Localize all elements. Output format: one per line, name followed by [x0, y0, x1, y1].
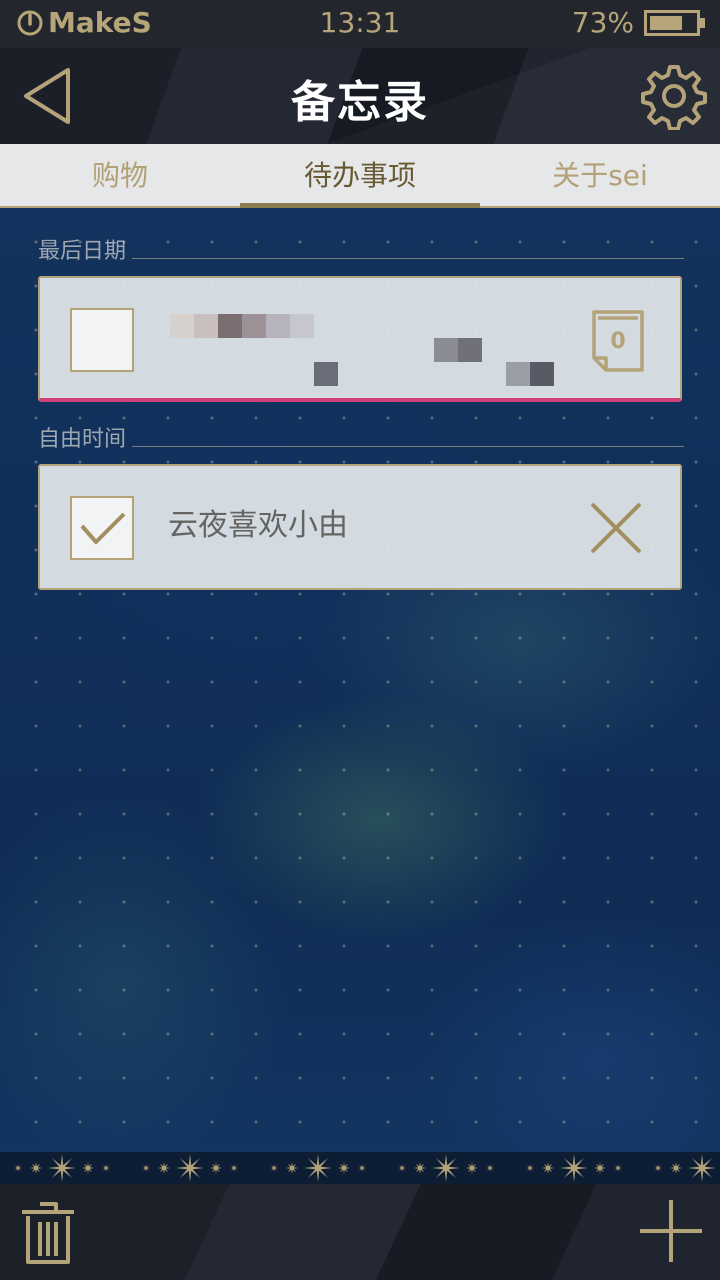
- ornament-star: [14, 1164, 22, 1172]
- calendar-icon: 0: [592, 310, 644, 372]
- ornament-star: [654, 1164, 662, 1172]
- ornament-band: [0, 1152, 720, 1184]
- ornament-star: [286, 1162, 298, 1174]
- page-title: 备忘录: [291, 77, 429, 128]
- ornament-star: [614, 1164, 622, 1172]
- ornament-star: [358, 1164, 366, 1172]
- battery-percent: 73%: [571, 6, 634, 39]
- ornament-star: [176, 1154, 204, 1182]
- add-button[interactable]: [638, 1198, 704, 1264]
- ornament-star: [688, 1154, 716, 1182]
- ornament-star: [158, 1162, 170, 1174]
- ornament-star: [210, 1162, 222, 1174]
- battery-icon: [644, 10, 705, 36]
- app-header: 备忘录: [0, 48, 720, 144]
- ornament-star: [542, 1162, 554, 1174]
- days-left: 0: [610, 329, 625, 354]
- ornament-star: [142, 1164, 150, 1172]
- divider: [132, 445, 684, 447]
- bottom-toolbar: [0, 1184, 720, 1280]
- delete-button[interactable]: [18, 1198, 78, 1268]
- star-ornament: [14, 1154, 716, 1182]
- trash-icon: [22, 1202, 74, 1264]
- todo-item-text: 云夜喜欢小由: [168, 508, 348, 543]
- todo-checkbox[interactable]: [70, 308, 134, 372]
- ornament-star: [486, 1164, 494, 1172]
- battery-level: [650, 16, 682, 30]
- close-icon: [590, 502, 642, 554]
- ornament-star: [48, 1154, 76, 1182]
- ornament-star: [338, 1162, 350, 1174]
- tab-shopping[interactable]: 购物: [0, 144, 240, 206]
- ornament-star: [82, 1162, 94, 1174]
- checkmark-icon: [80, 512, 126, 544]
- ornament-star: [466, 1162, 478, 1174]
- delete-item-button[interactable]: [588, 500, 644, 556]
- ornament-star: [560, 1154, 588, 1182]
- ornament-star: [304, 1154, 332, 1182]
- tab-about-sei[interactable]: 关于sei: [480, 144, 720, 206]
- gear-icon: [641, 65, 707, 131]
- ornament-star: [398, 1164, 406, 1172]
- ornament-star: [414, 1162, 426, 1174]
- settings-button[interactable]: [640, 62, 708, 131]
- plus-icon: [640, 1200, 702, 1262]
- ornament-star: [230, 1164, 238, 1172]
- section-label-deadline: 最后日期: [38, 239, 127, 264]
- todo-item-free-time[interactable]: 云夜喜欢小由: [38, 464, 682, 590]
- divider: [132, 257, 684, 259]
- ornament-star: [670, 1162, 682, 1174]
- ornament-star: [432, 1154, 460, 1182]
- ornament-star: [526, 1164, 534, 1172]
- redacted-text: [170, 314, 580, 386]
- section-label-free-time: 自由时间: [38, 427, 127, 452]
- section-header-free-time: 自由时间: [38, 420, 684, 454]
- ornament-star: [102, 1164, 110, 1172]
- ornament-star: [30, 1162, 42, 1174]
- tab-bar: 购物 待办事项 关于sei: [0, 144, 720, 208]
- tab-todo[interactable]: 待办事项: [240, 144, 480, 208]
- status-bar: MakeS 13:31 73%: [0, 0, 720, 48]
- todo-checkbox[interactable]: [70, 496, 134, 560]
- ornament-star: [270, 1164, 278, 1172]
- section-header-deadline: 最后日期: [38, 232, 684, 266]
- ornament-star: [594, 1162, 606, 1174]
- todo-item-deadline[interactable]: 0: [38, 276, 682, 402]
